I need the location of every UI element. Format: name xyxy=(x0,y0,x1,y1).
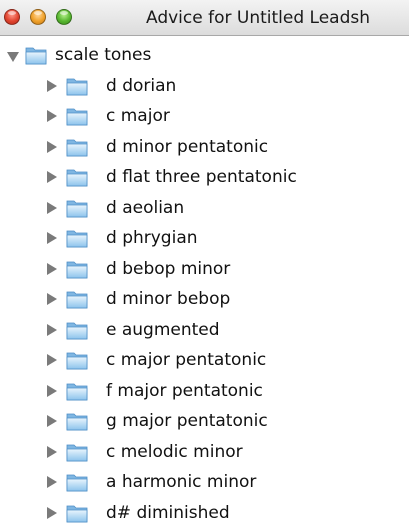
folder-icon xyxy=(66,200,88,217)
tree-item-label: d dorian xyxy=(106,75,177,96)
tree-item-label: g major pentatonic xyxy=(106,411,268,431)
triangle-right-icon[interactable] xyxy=(47,79,57,92)
folder-icon xyxy=(66,108,88,126)
folder-icon xyxy=(66,261,88,278)
folder-icon xyxy=(66,474,88,492)
triangle-right-icon[interactable] xyxy=(47,384,57,397)
tree-root-scale-tones[interactable]: scale tones xyxy=(0,40,409,71)
tree-item-label: d phrygian xyxy=(106,228,198,248)
minimize-icon[interactable] xyxy=(30,9,46,25)
folder-icon xyxy=(66,139,88,156)
triangle-right-icon[interactable] xyxy=(47,201,57,214)
triangle-right-icon[interactable] xyxy=(47,293,57,305)
close-icon[interactable] xyxy=(4,9,20,25)
scale-tones-tree: scale tones d dorian c major d minor penta… xyxy=(0,40,409,525)
folder-icon xyxy=(66,352,88,370)
tree-item-label: d aeolian xyxy=(106,197,185,218)
tree-item-label: c major xyxy=(106,106,170,126)
folder-icon xyxy=(66,322,88,339)
tree-item[interactable]: c major xyxy=(0,101,409,132)
triangle-right-icon[interactable] xyxy=(47,110,57,122)
tree-item[interactable]: g major pentatonic xyxy=(0,406,409,437)
tree-item[interactable]: d minor bebop xyxy=(0,284,409,315)
tree-item[interactable]: d bebop minor xyxy=(0,254,409,285)
tree-item[interactable]: c melodic minor xyxy=(0,437,409,468)
folder-icon xyxy=(66,169,88,187)
tree-item-label: c melodic minor xyxy=(106,441,243,462)
triangle-right-icon[interactable] xyxy=(47,171,57,183)
tree-item[interactable]: d phrygian xyxy=(0,223,409,254)
tree-item-label: d# diminished xyxy=(106,502,230,523)
triangle-right-icon[interactable] xyxy=(47,354,57,366)
advice-window: Advice for Untitled Leadsh scale tones d… xyxy=(0,0,409,525)
triangle-right-icon[interactable] xyxy=(47,323,57,336)
folder-icon xyxy=(66,78,88,95)
tree-item[interactable]: c major pentatonic xyxy=(0,345,409,376)
tree-item-label: e augmented xyxy=(106,319,220,340)
folder-icon xyxy=(66,505,88,522)
triangle-right-icon[interactable] xyxy=(47,506,57,519)
tree-item[interactable]: d flat three pentatonic xyxy=(0,162,409,193)
tree-root-label: scale tones xyxy=(55,45,152,65)
tree-item[interactable]: d# diminished xyxy=(0,498,409,525)
tree-item-label: c major pentatonic xyxy=(106,350,267,370)
tree-item-label: d bebop minor xyxy=(106,258,231,279)
triangle-right-icon[interactable] xyxy=(47,232,57,244)
tree-item-label: d minor pentatonic xyxy=(106,136,269,157)
tree-item[interactable]: d minor pentatonic xyxy=(0,132,409,163)
triangle-down-icon[interactable] xyxy=(7,52,19,62)
tree-item-label: d flat three pentatonic xyxy=(106,167,297,187)
tree-item[interactable]: d dorian xyxy=(0,71,409,102)
folder-icon xyxy=(66,383,88,400)
folder-icon xyxy=(25,47,47,65)
tree-item[interactable]: d aeolian xyxy=(0,193,409,224)
triangle-right-icon[interactable] xyxy=(47,476,57,488)
tree-item-label: d minor bebop xyxy=(106,289,231,309)
tree-item-label: a harmonic minor xyxy=(106,472,257,492)
folder-icon xyxy=(66,291,88,309)
triangle-right-icon[interactable] xyxy=(47,140,57,153)
folder-icon xyxy=(66,413,88,431)
tree-item[interactable]: a harmonic minor xyxy=(0,467,409,498)
tree-item[interactable]: f major pentatonic xyxy=(0,376,409,407)
triangle-right-icon[interactable] xyxy=(47,445,57,458)
tree-item[interactable]: e augmented xyxy=(0,315,409,346)
triangle-right-icon[interactable] xyxy=(47,262,57,275)
triangle-right-icon[interactable] xyxy=(47,415,57,427)
folder-icon xyxy=(66,444,88,461)
tree-item-label: f major pentatonic xyxy=(106,380,263,401)
folder-icon xyxy=(66,230,88,248)
window-title: Advice for Untitled Leadsh xyxy=(146,8,371,28)
title-bar[interactable]: Advice for Untitled Leadsh xyxy=(0,0,409,36)
zoom-icon[interactable] xyxy=(56,9,72,25)
